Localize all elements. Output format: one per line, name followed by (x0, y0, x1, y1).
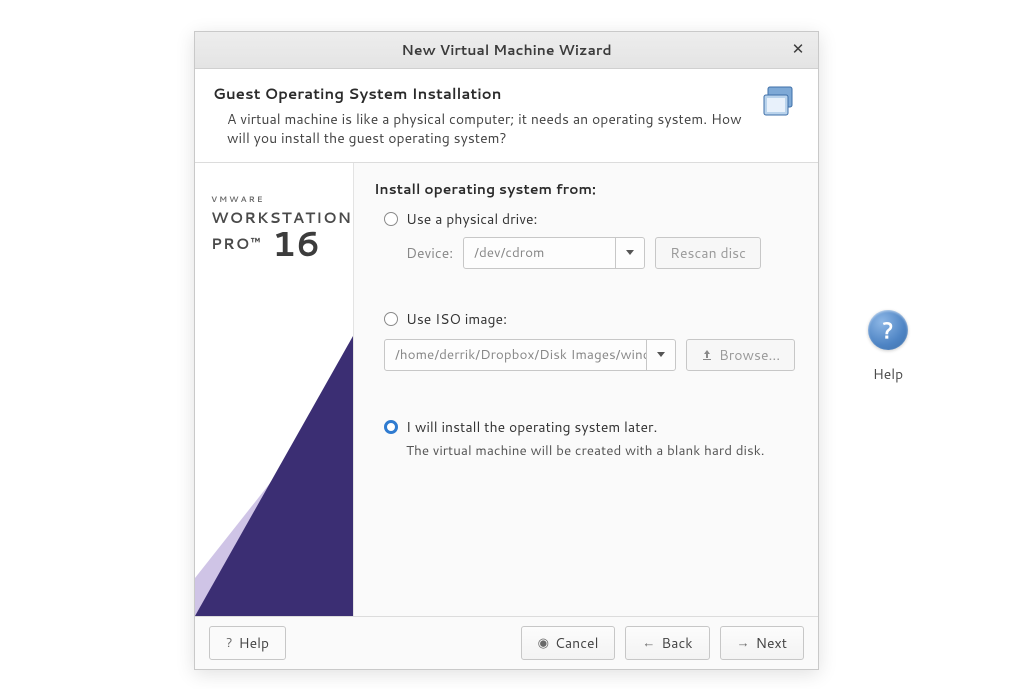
titlebar: New Virtual Machine Wizard ✕ (195, 32, 818, 69)
option-iso-image: Use ISO image: /home/derrik/Dropbox/Disk… (374, 309, 798, 371)
side-brand-panel: VMWARE WORKSTATION PRO™ 16 (195, 163, 354, 616)
decor-triangle-dark (195, 336, 353, 616)
dialog-body: VMWARE WORKSTATION PRO™ 16 Install opera… (195, 163, 818, 616)
rescan-disc-button[interactable]: Rescan disc (655, 237, 761, 269)
brand-block: VMWARE WORKSTATION PRO™ 16 (211, 193, 345, 259)
new-vm-wizard-dialog: New Virtual Machine Wizard ✕ Guest Opera… (194, 31, 819, 670)
question-icon: ? (226, 634, 233, 652)
browse-button-label: Browse... (719, 345, 780, 365)
radio-iso-image[interactable] (384, 312, 398, 326)
installer-icon (758, 83, 800, 125)
help-button-label: Help (239, 633, 269, 653)
radio-install-later[interactable] (384, 420, 398, 434)
browse-button[interactable]: Browse... (686, 339, 795, 371)
help-button[interactable]: ? Help (209, 626, 286, 660)
brand-line3: PRO™ (211, 233, 262, 254)
footer-bar: ? Help ◉ Cancel ← Back → Next (195, 616, 818, 669)
device-select[interactable]: /dev/cdrom (463, 237, 645, 269)
window-title: New Virtual Machine Wizard (195, 40, 818, 60)
iso-path-value: /home/derrik/Dropbox/Disk Images/windows… (385, 340, 646, 370)
radio-install-later-label: I will install the operating system late… (406, 417, 657, 437)
header-description: A virtual machine is like a physical com… (213, 110, 746, 148)
header-text: Guest Operating System Installation A vi… (213, 83, 758, 148)
arrow-left-icon: ← (642, 634, 655, 652)
option-install-later: I will install the operating system late… (374, 417, 798, 460)
upload-icon (701, 349, 713, 361)
close-button[interactable]: ✕ (788, 40, 808, 60)
desktop-help-label: Help (848, 364, 928, 384)
radio-iso-image-label: Use ISO image: (406, 309, 507, 329)
device-label: Device: (406, 243, 453, 263)
device-select-value: /dev/cdrom (464, 238, 615, 268)
chevron-down-icon (646, 340, 675, 370)
next-button[interactable]: → Next (720, 626, 804, 660)
chevron-down-icon (615, 238, 644, 268)
desktop-help[interactable]: ? Help (848, 310, 928, 384)
arrow-right-icon: → (737, 634, 750, 652)
back-button-label: Back (661, 633, 692, 653)
section-title: Install operating system from: (374, 179, 798, 199)
brand-line1: VMWARE (211, 193, 345, 205)
brand-version: 16 (272, 228, 321, 259)
install-later-description: The virtual machine will be created with… (406, 441, 798, 460)
radio-physical-drive[interactable] (384, 212, 398, 226)
cancel-icon: ◉ (538, 634, 549, 652)
iso-path-select[interactable]: /home/derrik/Dropbox/Disk Images/windows… (384, 339, 676, 371)
header-panel: Guest Operating System Installation A vi… (195, 69, 818, 163)
help-icon: ? (868, 310, 908, 350)
back-button[interactable]: ← Back (625, 626, 709, 660)
next-button-label: Next (756, 633, 787, 653)
rescan-disc-label: Rescan disc (670, 243, 746, 263)
content-area: Install operating system from: Use a phy… (354, 163, 818, 616)
cancel-button[interactable]: ◉ Cancel (521, 626, 616, 660)
header-heading: Guest Operating System Installation (213, 83, 746, 104)
radio-physical-drive-label: Use a physical drive: (406, 209, 537, 229)
option-physical-drive: Use a physical drive: Device: /dev/cdrom… (374, 209, 798, 269)
cancel-button-label: Cancel (555, 633, 599, 653)
